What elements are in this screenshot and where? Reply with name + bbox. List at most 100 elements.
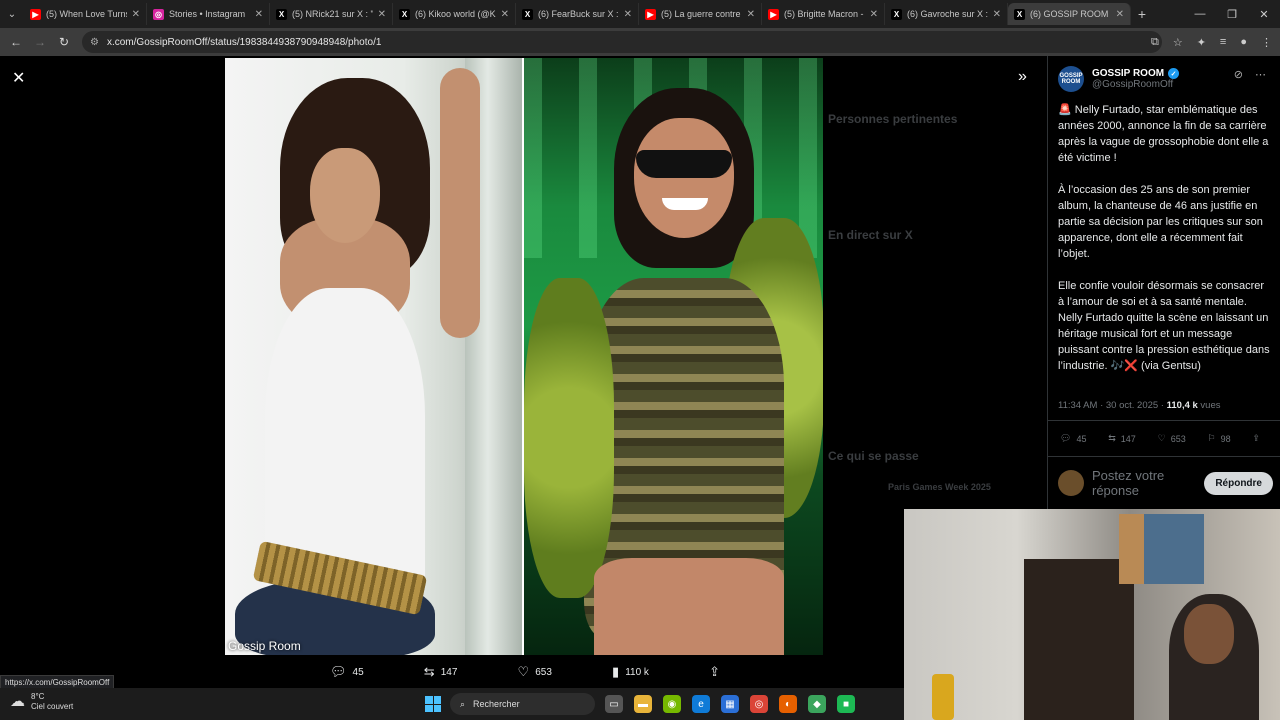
photo-repost-button[interactable]: ⇆ 147	[424, 664, 458, 680]
author-name[interactable]: GOSSIP ROOM	[1092, 68, 1164, 79]
weather-widget[interactable]: ☁ 8°C Ciel couvert	[10, 692, 73, 712]
tab-close-icon[interactable]: ✕	[501, 9, 509, 20]
reply-icon: 💬︎	[1060, 433, 1072, 443]
tweet-photo[interactable]: Gossip Room	[225, 58, 823, 655]
share-button[interactable]: ⇪	[1252, 433, 1260, 444]
task-view-icon[interactable]: ▭	[605, 695, 623, 713]
browser-tab[interactable]: ▶ (5) Brigitte Macron - ✕	[762, 3, 885, 25]
photo-reply-button[interactable]: 💬︎ 45	[330, 664, 364, 680]
tab-close-icon[interactable]: ✕	[624, 9, 632, 20]
x-icon: X	[522, 8, 533, 20]
photo-share-button[interactable]: ⇪	[709, 664, 720, 680]
tab-close-icon[interactable]: ✕	[993, 9, 1001, 20]
tab-title: (6) Kikoo world (@Kik	[415, 9, 496, 19]
firefox-icon[interactable]: ◐	[779, 695, 797, 713]
like-button[interactable]: ♡ 653	[1158, 433, 1186, 444]
divider	[1048, 456, 1280, 457]
media-icon[interactable]: ≡	[1220, 36, 1226, 48]
figure-right-fur-left	[524, 278, 614, 598]
reload-icon[interactable]: ↻	[52, 35, 76, 49]
browser-tab[interactable]: ◎ Stories • Instagram ✕	[147, 3, 270, 25]
app-icon[interactable]: ■	[837, 695, 855, 713]
new-tab-button[interactable]: +	[1131, 6, 1153, 22]
profile-icon[interactable]: ●	[1240, 36, 1247, 48]
bookmark-star-icon[interactable]: ☆	[1173, 36, 1183, 49]
browser-menu-icon[interactable]: ⋮	[1261, 36, 1272, 49]
share-icon: ⇪	[709, 664, 720, 679]
browser-tab[interactable]: X (6) GOSSIP ROOM su ✕	[1008, 3, 1131, 25]
repost-button[interactable]: ⇆ 147	[1108, 433, 1136, 444]
browser-tab[interactable]: X (6) FearBuck sur X : " ✕	[516, 3, 639, 25]
restore-icon[interactable]: ❐	[1216, 0, 1248, 28]
webcam-shelf	[1024, 559, 1134, 720]
reply-submit-button[interactable]: Répondre	[1204, 471, 1273, 495]
tweet-stats: 💬︎ 45 ⇆ 147 ♡ 653 ⚐ 98 ⇪	[1060, 433, 1260, 444]
store-icon[interactable]: ▦	[721, 695, 739, 713]
nvidia-icon[interactable]: ◉	[663, 695, 681, 713]
photo-like-button[interactable]: ♡ 653	[518, 664, 552, 680]
forward-icon[interactable]: →	[28, 35, 52, 49]
tab-close-icon[interactable]: ✕	[132, 9, 140, 20]
tab-close-icon[interactable]: ✕	[255, 9, 263, 20]
browser-tab[interactable]: X (6) Kikoo world (@Kik ✕	[393, 3, 516, 25]
close-window-icon[interactable]: ✕	[1248, 0, 1280, 28]
taskbar-search[interactable]: ⌕ Rechercher	[450, 693, 595, 715]
browser-tab[interactable]: ▶ (5) La guerre contre l ✕	[639, 3, 762, 25]
address-bar-row: ← → ↻ ⚙ x.com/GossipRoomOff/status/19838…	[0, 28, 1280, 56]
more-options-icon[interactable]: ⋯	[1255, 68, 1266, 81]
app-icon[interactable]: ◆	[808, 695, 826, 713]
browser-tab[interactable]: ▶ (5) When Love Turns ✕	[24, 3, 147, 25]
grok-icon[interactable]: ⊘	[1234, 68, 1243, 81]
search-icon: ⌕	[460, 698, 466, 709]
avatar[interactable]: GOSSIP ROOM	[1058, 66, 1084, 92]
back-icon[interactable]: ←	[4, 35, 28, 49]
url-field[interactable]: ⚙ x.com/GossipRoomOff/status/19838449387…	[82, 31, 1162, 53]
tab-search-icon[interactable]: ⌄	[0, 0, 24, 28]
tweet-author[interactable]: GOSSIP ROOM GOSSIP ROOM ✓ @GossipRoomOff	[1058, 66, 1180, 92]
site-info-icon[interactable]: ⚙	[90, 37, 99, 48]
tab-close-icon[interactable]: ✕	[378, 9, 386, 20]
photo-views-button[interactable]: ▮ 110 k	[612, 664, 649, 680]
chrome-icon[interactable]: ◎	[750, 695, 768, 713]
browser-tab[interactable]: X (5) NRick21 sur X : "M ✕	[270, 3, 393, 25]
tab-close-icon[interactable]: ✕	[747, 9, 755, 20]
install-app-icon[interactable]: ⧉	[1151, 36, 1159, 49]
close-icon[interactable]: ✕	[12, 68, 25, 88]
cloud-icon: ☁	[10, 693, 25, 710]
reply-button[interactable]: 💬︎ 45	[1060, 433, 1086, 444]
extensions-icon[interactable]: ✦	[1197, 36, 1206, 49]
tweet-views-label: vues	[1197, 400, 1221, 411]
windows-start-icon[interactable]	[425, 696, 441, 712]
weather-condition: Ciel couvert	[31, 702, 74, 711]
tab-title: (6) Gavroche sur X : "	[907, 9, 988, 19]
reply-icon: 💬︎	[330, 664, 347, 679]
tab-close-icon[interactable]: ✕	[1116, 9, 1124, 20]
file-explorer-icon[interactable]: ▬	[634, 695, 652, 713]
photo-action-bar: 💬︎ 45 ⇆ 147 ♡ 653 ▮ 110 k ⇪	[330, 662, 720, 682]
tweet-header-icons: ⊘ ⋯	[1234, 68, 1266, 81]
tweet-timestamp[interactable]: 11:34 AM · 30 oct. 2025 ·	[1058, 400, 1167, 411]
window-controls: — ❐ ✕	[1184, 0, 1280, 28]
photo-watermark: Gossip Room	[228, 639, 301, 653]
tab-close-icon[interactable]: ✕	[870, 9, 878, 20]
bookmark-button[interactable]: ⚐ 98	[1208, 433, 1231, 444]
figure-right-sunglasses	[636, 150, 732, 178]
author-handle[interactable]: @GossipRoomOff	[1092, 79, 1179, 90]
tweet-paragraph-3: Elle confie vouloir désormais se consacr…	[1058, 280, 1270, 372]
youtube-icon: ▶	[768, 8, 779, 20]
collapse-panel-icon[interactable]: »	[1018, 68, 1027, 86]
webcam-person-face	[1184, 604, 1234, 664]
reply-count: 45	[1076, 433, 1087, 444]
browser-tab[interactable]: X (6) Gavroche sur X : " ✕	[885, 3, 1008, 25]
repost-count: 147	[1120, 433, 1136, 444]
live-on-x-heading: En direct sur X	[828, 228, 913, 242]
edge-icon[interactable]: e	[692, 695, 710, 713]
tab-title: Stories • Instagram	[169, 9, 246, 19]
photo-reply-count: 45	[352, 666, 364, 678]
reply-input[interactable]: Postez votre réponse	[1092, 468, 1187, 498]
tweet-text: 🚨 Nelly Furtado, star emblématique des a…	[1058, 102, 1273, 374]
tab-title: (5) When Love Turns	[46, 9, 127, 19]
weather-temperature: 8°C	[31, 692, 45, 701]
minimize-icon[interactable]: —	[1184, 0, 1216, 28]
heart-icon: ♡	[517, 664, 530, 679]
